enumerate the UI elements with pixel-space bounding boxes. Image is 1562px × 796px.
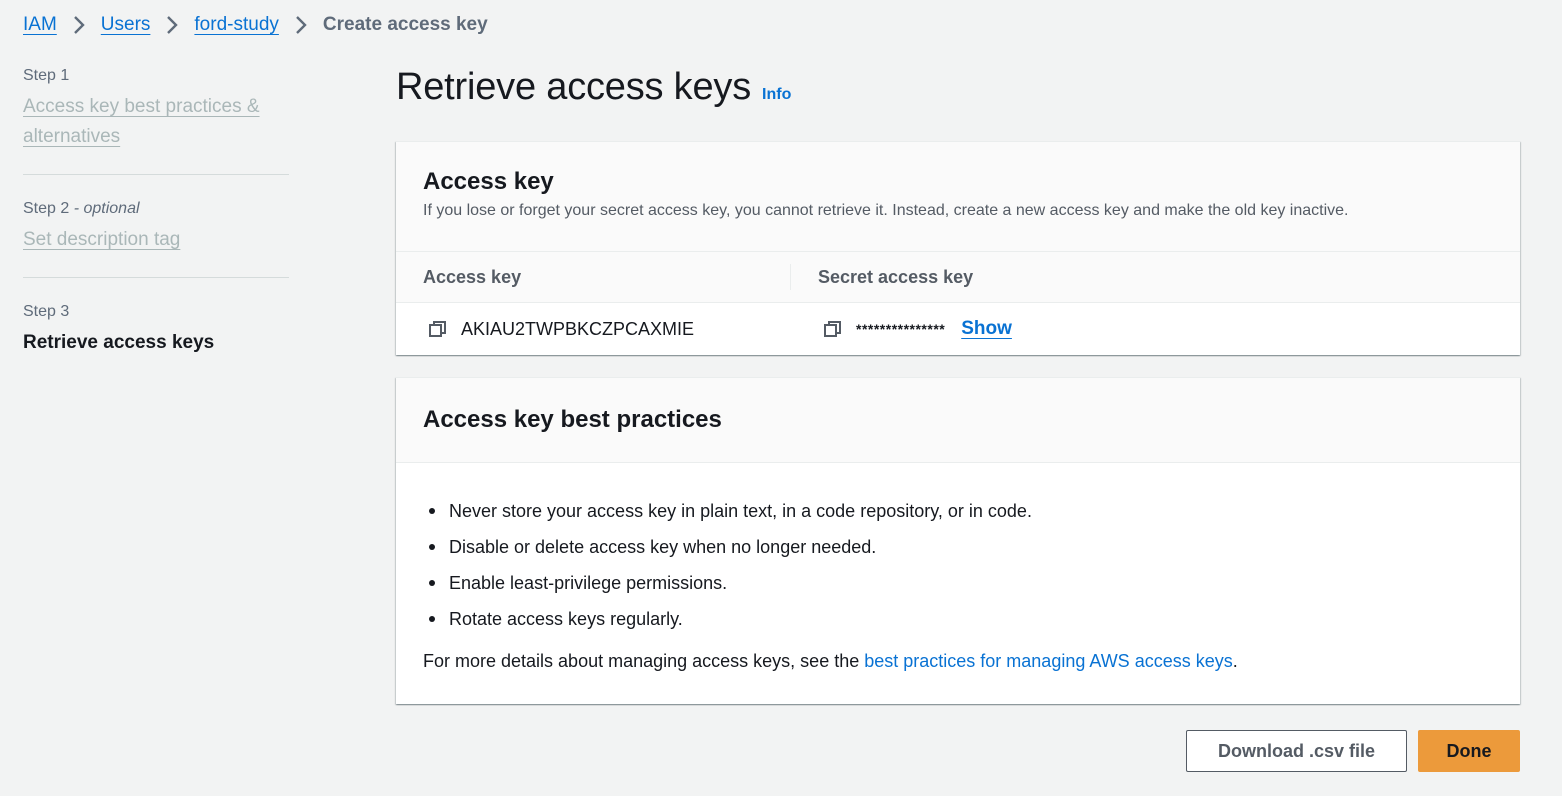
step-label: Step 3 [23, 303, 70, 320]
step-label: Step 2 - optional [23, 200, 140, 217]
step-3: Step 3 Retrieve access keys [23, 300, 289, 380]
breadcrumb-user[interactable]: ford-study [194, 14, 278, 36]
best-practices-panel: Access key best practices Never store yo… [396, 377, 1520, 704]
page-title: Retrieve access keys [396, 66, 752, 108]
download-csv-button[interactable]: Download .csv file [1186, 730, 1407, 772]
done-button[interactable]: Done [1418, 730, 1520, 772]
bullet-icon [429, 544, 435, 550]
panel-title: Access key best practices [423, 406, 722, 433]
column-secret-access-key: Secret access key [818, 266, 974, 287]
panel-header: Access key best practices [396, 378, 1520, 463]
list-item: Disable or delete access key when no lon… [423, 529, 1493, 565]
step-3-current: Retrieve access keys [23, 332, 215, 353]
step-1-link[interactable]: Access key best practices & alternatives [23, 92, 263, 152]
show-secret-link[interactable]: Show [961, 318, 1012, 340]
bullet-icon [429, 616, 435, 622]
best-practices-list: Never store your access key in plain tex… [423, 493, 1493, 637]
chevron-right-icon [162, 15, 182, 35]
step-1: Step 1 Access key best practices & alter… [23, 64, 289, 175]
access-key-panel: Access key If you lose or forget your se… [396, 141, 1520, 355]
breadcrumb: IAM Users ford-study Create access key [23, 12, 488, 38]
wizard-steps: Step 1 Access key best practices & alter… [23, 64, 289, 402]
step-2-link[interactable]: Set description tag [23, 225, 289, 255]
access-key-cell: AKIAU2TWPBKCZPCAXMIE [396, 319, 791, 340]
more-details-text: For more details about managing access k… [423, 651, 1238, 671]
list-item: Never store your access key in plain tex… [423, 493, 1493, 529]
bullet-icon [429, 508, 435, 514]
optional-label: - optional [69, 200, 140, 217]
table-header: Access key Secret access key [396, 252, 1520, 303]
copy-icon[interactable] [428, 319, 448, 339]
best-practices-doc-link[interactable]: best practices for managing AWS access k… [864, 651, 1233, 671]
chevron-right-icon [69, 15, 89, 35]
list-item: Rotate access keys regularly. [423, 601, 1493, 637]
breadcrumb-iam[interactable]: IAM [23, 14, 57, 36]
access-key-value: AKIAU2TWPBKCZPCAXMIE [461, 318, 695, 339]
breadcrumb-users[interactable]: Users [101, 14, 151, 36]
panel-header: Access key If you lose or forget your se… [396, 142, 1520, 252]
column-access-key: Access key [396, 264, 791, 290]
secret-key-masked: *************** [856, 321, 946, 337]
step-2: Step 2 - optional Set description tag [23, 197, 289, 278]
page-header: Retrieve access keys Info [396, 66, 791, 109]
bullet-icon [429, 580, 435, 586]
table-row: AKIAU2TWPBKCZPCAXMIE *************** Sho… [396, 303, 1520, 355]
panel-title: Access key [423, 168, 554, 195]
secret-key-cell: *************** Show [791, 318, 1012, 340]
panel-description: If you lose or forget your secret access… [423, 202, 1349, 219]
panel-body: Never store your access key in plain tex… [396, 463, 1520, 675]
step-label: Step 1 [23, 67, 70, 84]
chevron-right-icon [291, 15, 311, 35]
breadcrumb-current: Create access key [322, 14, 488, 35]
info-link[interactable]: Info [762, 86, 791, 104]
list-item: Enable least-privilege permissions. [423, 565, 1493, 601]
copy-icon[interactable] [823, 319, 843, 339]
